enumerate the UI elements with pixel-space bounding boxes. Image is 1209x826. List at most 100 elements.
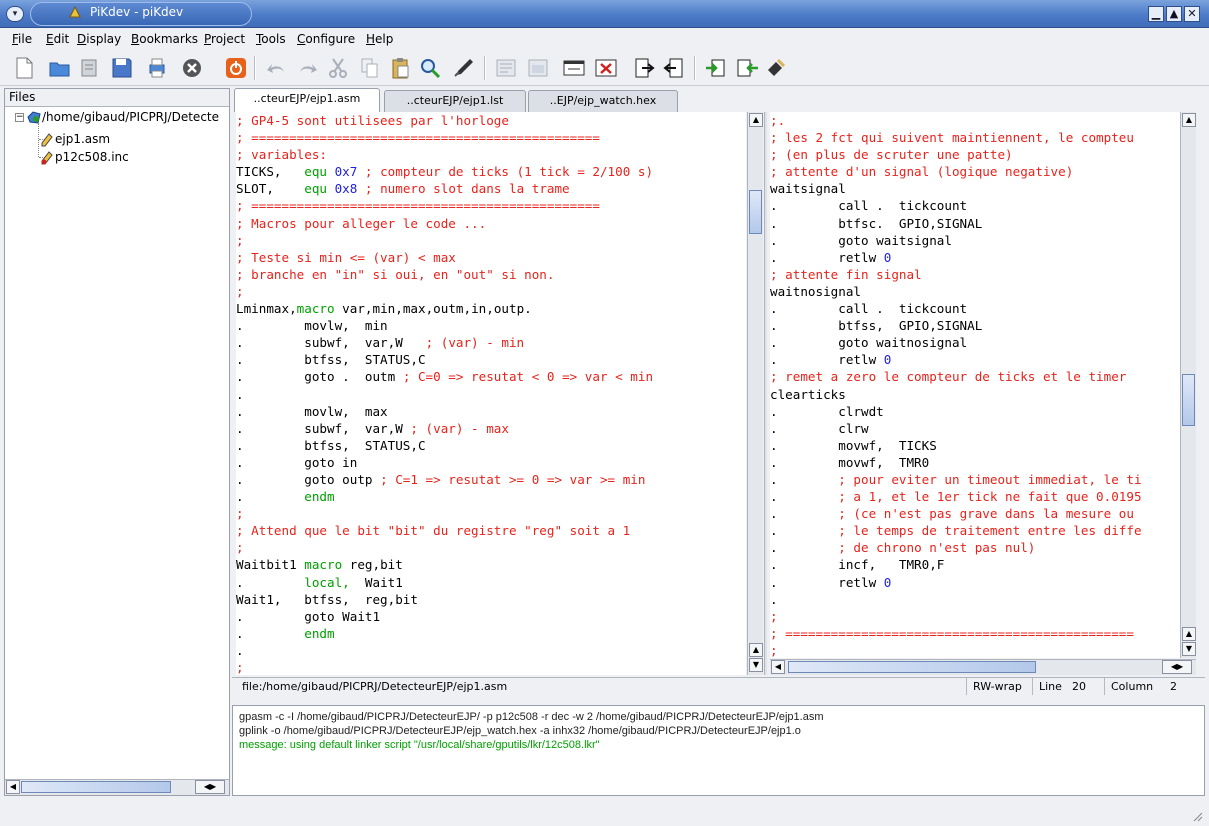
redo-icon[interactable] — [296, 56, 320, 80]
tab-ejp1-lst[interactable]: ..cteurEJP/ejp1.lst — [384, 90, 526, 112]
replace-icon[interactable] — [452, 56, 476, 80]
code-line: . goto . outm ; C=0 => resutat < 0 => va… — [236, 369, 654, 385]
code-line: ; — [236, 506, 244, 522]
scroll-up-icon[interactable]: ▲ — [1182, 627, 1196, 641]
scroll-right-icon[interactable]: ◀▶ — [195, 780, 225, 794]
editor-left-vscrollbar[interactable]: ▲ ▲ ▼ — [747, 112, 763, 675]
code-line: waitnosignal — [770, 283, 861, 299]
app-icon — [69, 5, 81, 18]
splitter[interactable] — [764, 112, 767, 675]
compile-icon[interactable] — [526, 56, 550, 80]
resize-grip-icon[interactable] — [1191, 810, 1203, 822]
code-line: . btfsc. GPIO,SIGNAL — [770, 215, 983, 231]
code-line: ; les 2 fct qui suivent maintiennent, le… — [770, 130, 1134, 146]
minimize-button[interactable]: ▁ — [1148, 6, 1164, 22]
tab-ejp-watch-hex[interactable]: ..EJP/ejp_watch.hex — [528, 90, 678, 112]
editor-right-hscroll-thumb[interactable] — [788, 661, 1036, 673]
code-line: ; variables: — [236, 147, 327, 163]
undo-icon[interactable] — [264, 56, 288, 80]
build-icon[interactable] — [494, 56, 518, 80]
paste-icon[interactable] — [388, 56, 412, 80]
open-project-icon[interactable] — [48, 56, 72, 80]
read-device-icon[interactable] — [736, 56, 760, 80]
maximize-button[interactable]: ▲ — [1166, 6, 1182, 22]
scroll-left-icon[interactable]: ◀ — [6, 780, 20, 794]
code-line: ; ======================================… — [236, 130, 600, 146]
menu-edit[interactable]: Edit — [46, 32, 69, 46]
code-line: . ; (ce n'est pas grave dans la mesure o… — [770, 506, 1134, 522]
code-line: ;. — [770, 113, 786, 128]
close-button[interactable]: ✕ — [1184, 6, 1200, 22]
window-menu-button[interactable]: ▾ — [6, 6, 24, 22]
collapse-icon[interactable]: − — [15, 112, 24, 122]
code-line: . subwf, var,W ; (var) - min — [236, 335, 525, 351]
editor-right[interactable]: ;. ; les 2 fct qui suivent maintiennent, … — [770, 112, 1180, 658]
code-line: . call . tickcount — [770, 198, 968, 214]
code-line: . movwf, TMR0 — [770, 454, 930, 470]
files-scroll-thumb[interactable] — [21, 781, 171, 793]
code-line: . goto in — [236, 454, 358, 470]
code-line: waitsignal — [770, 181, 846, 197]
code-line: ; — [770, 642, 778, 658]
print-icon[interactable] — [145, 56, 169, 80]
file-item-p12c508-inc[interactable]: p12c508.inc — [39, 149, 129, 165]
program-device-icon[interactable] — [704, 56, 728, 80]
close-window-icon[interactable] — [594, 56, 618, 80]
code-line: . btfss, STATUS,C — [236, 352, 426, 368]
editor-right-scroll-thumb[interactable] — [1182, 374, 1195, 426]
code-line: . movwf, TICKS — [770, 437, 937, 453]
scroll-left-icon[interactable]: ◀ — [771, 660, 785, 674]
power-icon[interactable] — [224, 56, 248, 80]
code-line: . btfss, STATUS,C — [236, 437, 426, 453]
scroll-up-icon[interactable]: ▲ — [749, 113, 763, 127]
close-project-icon[interactable] — [78, 56, 102, 80]
code-line: . movlw, max — [236, 403, 388, 419]
code-line: TICKS, equ 0x7 ; compteur de ticks (1 ti… — [236, 164, 654, 180]
copy-icon[interactable] — [358, 56, 382, 80]
window-bottom-bar — [0, 798, 1209, 826]
editor-left-scroll-thumb[interactable] — [749, 190, 762, 234]
menu-display[interactable]: Display — [77, 32, 121, 46]
tab-ejp1-asm[interactable]: ..cteurEJP/ejp1.asm — [234, 88, 380, 112]
cut-icon[interactable] — [326, 56, 350, 80]
editor-right-vscrollbar[interactable]: ▲ ▲ ▼ — [1180, 112, 1196, 658]
find-icon[interactable] — [418, 56, 442, 80]
menu-file[interactable]: File — [12, 32, 32, 46]
files-hscrollbar[interactable]: ◀ ◀▶ — [5, 779, 229, 795]
file-item-ejp1-asm[interactable]: ejp1.asm — [39, 131, 110, 147]
scroll-up-icon[interactable]: ▲ — [749, 643, 763, 657]
scroll-down-icon[interactable]: ▼ — [1182, 642, 1196, 656]
code-line: . retlw 0 — [770, 249, 892, 265]
code-line: . — [770, 591, 778, 607]
files-panel: Files − /home/gibaud/PICPRJ/Detecte ejp1… — [4, 88, 230, 796]
menu-help[interactable]: Help — [366, 32, 393, 46]
menu-bookmarks[interactable]: Bookmarks — [131, 32, 198, 46]
editor-right-hscrollbar[interactable]: ◀ ◀▶ — [770, 659, 1196, 675]
menu-tools[interactable]: Tools — [256, 32, 286, 46]
output-line-message: message: using default linker script "/u… — [239, 739, 600, 751]
code-line: Lminmax,macro var,min,max,outm,in,outp. — [236, 301, 532, 317]
file-item-label: p12c508.inc — [55, 150, 129, 164]
file-item-label: ejp1.asm — [55, 132, 111, 146]
scroll-up-icon[interactable]: ▲ — [1182, 113, 1196, 127]
step-in-icon[interactable] — [632, 56, 656, 80]
window-icon[interactable] — [562, 56, 586, 80]
menu-project[interactable]: Project — [204, 32, 245, 46]
menu-configure[interactable]: Configure — [297, 32, 355, 46]
new-file-icon[interactable] — [12, 56, 36, 80]
project-root-item[interactable]: − /home/gibaud/PICPRJ/Detecte — [15, 109, 219, 125]
scroll-down-icon[interactable]: ▼ — [749, 658, 763, 672]
erase-device-icon[interactable] — [764, 56, 788, 80]
scroll-right-icon[interactable]: ◀▶ — [1162, 660, 1192, 674]
output-panel[interactable]: gpasm -c -I /home/gibaud/PICPRJ/Detecteu… — [232, 705, 1205, 796]
step-out-icon[interactable] — [662, 56, 686, 80]
code-line: ; — [236, 660, 244, 675]
stop-icon[interactable] — [180, 56, 204, 80]
editor-left[interactable]: ; GP4-5 sont utilisees par l'horloge ; ==… — [236, 112, 746, 675]
code-line: . — [236, 642, 244, 658]
files-header: Files — [5, 89, 229, 107]
code-line: ; remet a zero le compteur de ticks et l… — [770, 369, 1127, 385]
code-line: ; (en plus de scruter une patte) — [770, 147, 1013, 163]
save-icon[interactable] — [110, 56, 134, 80]
status-file-path: file:/home/gibaud/PICPRJ/DetecteurEJP/ej… — [242, 680, 508, 693]
